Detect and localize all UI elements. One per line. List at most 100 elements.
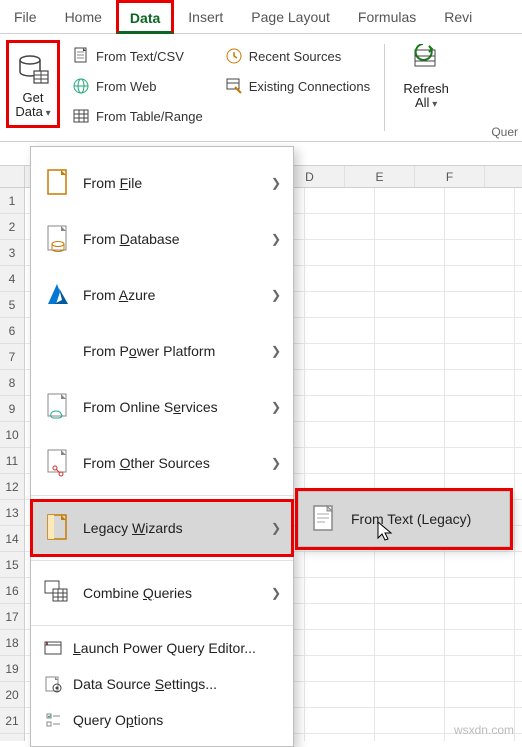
submenu-from-text-legacy-label: From Text (Legacy) xyxy=(351,511,471,527)
menu-from-online-services-label: From Online Services xyxy=(83,399,271,415)
recent-sources-label: Recent Sources xyxy=(249,49,342,64)
column-header[interactable]: E xyxy=(345,166,415,187)
legacy-wizards-icon xyxy=(43,513,73,543)
refresh-label-2: All xyxy=(415,95,429,110)
from-text-csv-label: From Text/CSV xyxy=(96,49,184,64)
tab-file[interactable]: File xyxy=(0,0,51,34)
row-header[interactable]: 16 xyxy=(0,578,24,604)
menu-from-power-platform[interactable]: From Power Platform ❯ xyxy=(31,323,293,379)
menu-from-other-sources-label: From Other Sources xyxy=(83,455,271,471)
other-sources-icon xyxy=(43,448,73,478)
web-icon xyxy=(72,77,90,95)
refresh-label-1: Refresh xyxy=(403,81,449,96)
row-header[interactable]: 12 xyxy=(0,474,24,500)
get-data-label-1: Get xyxy=(23,90,44,105)
row-header[interactable]: 11 xyxy=(0,448,24,474)
row-header[interactable]: 19 xyxy=(0,656,24,682)
row-header[interactable]: 21 xyxy=(0,708,24,734)
menu-combine-queries-label: Combine Queries xyxy=(83,585,271,601)
from-web-button[interactable]: From Web xyxy=(68,74,207,98)
tab-data[interactable]: Data xyxy=(116,0,174,34)
get-transform-col1: From Text/CSV From Web From Table/Range xyxy=(68,40,207,128)
menu-combine-queries[interactable]: Combine Queries ❯ xyxy=(31,565,293,621)
chevron-right-icon: ❯ xyxy=(271,521,281,535)
chevron-right-icon: ❯ xyxy=(271,344,281,358)
power-platform-icon xyxy=(43,336,73,366)
recent-icon xyxy=(225,47,243,65)
tab-review[interactable]: Revi xyxy=(430,0,486,34)
menu-launch-power-query-editor[interactable]: Launch Power Query Editor... xyxy=(31,630,293,666)
menu-data-source-settings[interactable]: Data Source Settings... xyxy=(31,666,293,702)
row-header[interactable]: 7 xyxy=(0,344,24,370)
tab-page-layout[interactable]: Page Layout xyxy=(237,0,344,34)
ribbon-separator xyxy=(384,44,385,131)
pqe-icon xyxy=(43,638,63,658)
row-header[interactable]: 20 xyxy=(0,682,24,708)
get-data-button[interactable]: Get Data ▾ xyxy=(6,40,60,128)
from-web-label: From Web xyxy=(96,79,156,94)
from-table-range-button[interactable]: From Table/Range xyxy=(68,104,207,128)
from-table-range-label: From Table/Range xyxy=(96,109,203,124)
menu-from-power-platform-label: From Power Platform xyxy=(83,343,271,359)
watermark: wsxdn.com xyxy=(454,723,514,737)
row-header[interactable]: 9 xyxy=(0,396,24,422)
ribbon: Get Data ▾ From Text/CSV From Web From T… xyxy=(0,34,522,142)
menu-from-database[interactable]: From Database ❯ xyxy=(31,211,293,267)
row-header[interactable]: 17 xyxy=(0,604,24,630)
tab-formulas[interactable]: Formulas xyxy=(344,0,430,34)
get-data-icon xyxy=(16,53,50,87)
ribbon-tabbar: File Home Data Insert Page Layout Formul… xyxy=(0,0,522,34)
menu-query-options-label: Query Options xyxy=(73,712,281,728)
row-header[interactable]: 18 xyxy=(0,630,24,656)
existing-connections-label: Existing Connections xyxy=(249,79,370,94)
refresh-all-button[interactable]: Refresh All ▾ xyxy=(395,40,457,111)
text-csv-icon xyxy=(72,47,90,65)
row-header[interactable]: 4 xyxy=(0,266,24,292)
from-text-csv-button[interactable]: From Text/CSV xyxy=(68,44,207,68)
azure-icon xyxy=(43,280,73,310)
row-header[interactable]: 6 xyxy=(0,318,24,344)
get-transform-col2: Recent Sources Existing Connections xyxy=(221,40,374,98)
menu-launch-pqe-label: Launch Power Query Editor... xyxy=(73,640,281,656)
menu-from-file-label: From File xyxy=(83,175,271,191)
existing-connections-button[interactable]: Existing Connections xyxy=(221,74,374,98)
query-options-icon xyxy=(43,710,63,730)
get-data-label-2: Data xyxy=(15,104,42,119)
row-header[interactable]: 1 xyxy=(0,188,24,214)
chevron-right-icon: ❯ xyxy=(271,400,281,414)
menu-from-online-services[interactable]: From Online Services ❯ xyxy=(31,379,293,435)
get-data-menu: From File ❯ From Database ❯ From Azure ❯… xyxy=(30,146,294,747)
menu-data-source-settings-label: Data Source Settings... xyxy=(73,676,281,692)
chevron-right-icon: ❯ xyxy=(271,176,281,190)
menu-from-other-sources[interactable]: From Other Sources ❯ xyxy=(31,435,293,491)
file-icon xyxy=(43,168,73,198)
chevron-right-icon: ❯ xyxy=(271,288,281,302)
row-header[interactable]: 2 xyxy=(0,214,24,240)
row-header[interactable]: 5 xyxy=(0,292,24,318)
row-header[interactable]: 15 xyxy=(0,552,24,578)
row-header[interactable]: 13 xyxy=(0,500,24,526)
menu-separator xyxy=(31,625,293,626)
select-all-corner[interactable] xyxy=(0,166,24,188)
menu-legacy-wizards[interactable]: Legacy Wizards ❯ xyxy=(31,500,293,556)
legacy-wizards-submenu-from-text[interactable]: From Text (Legacy) xyxy=(298,491,510,547)
text-file-icon xyxy=(309,504,339,534)
menu-from-azure[interactable]: From Azure ❯ xyxy=(31,267,293,323)
menu-from-file[interactable]: From File ❯ xyxy=(31,155,293,211)
recent-sources-button[interactable]: Recent Sources xyxy=(221,44,374,68)
row-header[interactable]: 14 xyxy=(0,526,24,552)
row-header[interactable]: 8 xyxy=(0,370,24,396)
online-services-icon xyxy=(43,392,73,422)
combine-queries-icon xyxy=(43,578,73,608)
tab-insert[interactable]: Insert xyxy=(174,0,237,34)
column-header[interactable]: F xyxy=(415,166,485,187)
tab-home[interactable]: Home xyxy=(51,0,116,34)
row-header[interactable]: 3 xyxy=(0,240,24,266)
refresh-icon xyxy=(409,44,443,78)
data-source-settings-icon xyxy=(43,674,63,694)
menu-query-options[interactable]: Query Options xyxy=(31,702,293,738)
row-header[interactable]: 10 xyxy=(0,422,24,448)
chevron-right-icon: ❯ xyxy=(271,232,281,246)
menu-separator xyxy=(31,560,293,561)
connections-icon xyxy=(225,77,243,95)
